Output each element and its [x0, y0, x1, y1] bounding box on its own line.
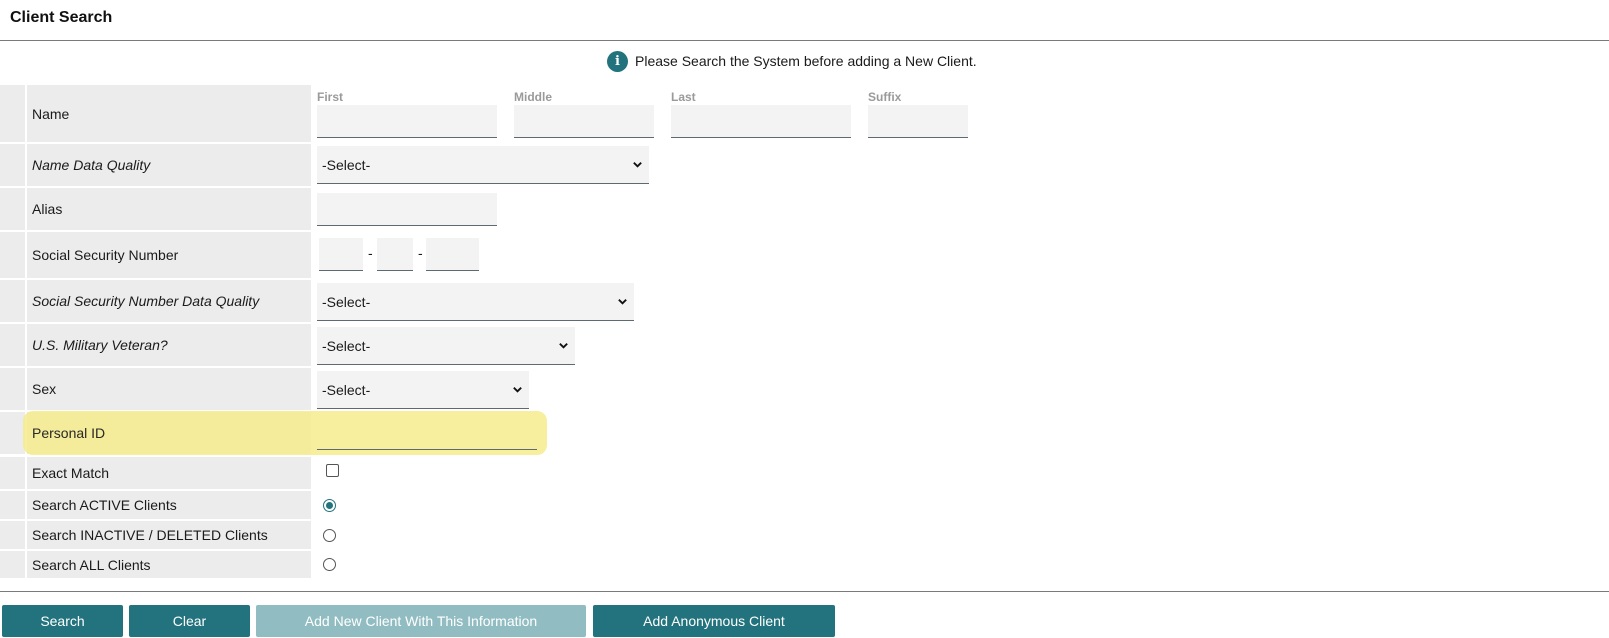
- ssn-data-quality-select[interactable]: -Select-: [317, 283, 634, 321]
- name-data-quality-row: Name Data Quality -Select-: [0, 144, 1609, 186]
- notice-text: Please Search the System before adding a…: [635, 53, 977, 69]
- select-value: -Select-: [322, 337, 371, 354]
- exact-match-checkbox[interactable]: [326, 464, 339, 477]
- veteran-row: U.S. Military Veteran? -Select-: [0, 324, 1609, 366]
- search-active-row: Search ACTIVE Clients: [0, 491, 1609, 519]
- middle-name-input[interactable]: [514, 105, 654, 138]
- row-gutter: [0, 85, 25, 142]
- personal-id-input[interactable]: [317, 417, 537, 450]
- row-gutter: [0, 457, 25, 489]
- ssn-data-quality-label: Social Security Number Data Quality: [27, 280, 311, 322]
- ssn-separator: -: [368, 245, 373, 261]
- alias-input[interactable]: [317, 193, 497, 226]
- info-notice: i Please Search the System before adding…: [607, 50, 977, 72]
- client-search-page: Client Search i Please Search the System…: [0, 0, 1609, 638]
- personal-id-label-overlay: Personal ID: [32, 425, 106, 441]
- row-gutter: [0, 188, 25, 230]
- alias-row: Alias: [0, 188, 1609, 230]
- row-gutter: [0, 551, 25, 578]
- search-inactive-label: Search INACTIVE / DELETED Clients: [27, 521, 311, 549]
- row-gutter: [0, 324, 25, 366]
- row-gutter: [0, 491, 25, 519]
- search-button[interactable]: Search: [2, 605, 123, 637]
- name-data-quality-label: Name Data Quality: [27, 144, 311, 186]
- first-name-caption: First: [317, 90, 344, 104]
- ssn-label: Social Security Number: [27, 232, 311, 278]
- ssn-part2-input[interactable]: [377, 238, 413, 271]
- suffix-input[interactable]: [868, 105, 968, 138]
- search-all-label: Search ALL Clients: [27, 551, 311, 578]
- search-active-label: Search ACTIVE Clients: [27, 491, 311, 519]
- search-inactive-row: Search INACTIVE / DELETED Clients: [0, 521, 1609, 549]
- chevron-down-icon: [633, 162, 642, 168]
- select-value: -Select-: [322, 293, 371, 310]
- add-new-client-button[interactable]: Add New Client With This Information: [256, 605, 586, 637]
- ssn-separator: -: [418, 245, 423, 261]
- page-title: Client Search: [10, 9, 113, 26]
- sex-select[interactable]: -Select-: [317, 371, 529, 409]
- chevron-down-icon: [559, 343, 568, 349]
- name-data-quality-select[interactable]: -Select-: [317, 146, 649, 184]
- ssn-part1-input[interactable]: [319, 238, 363, 271]
- exact-match-row: Exact Match: [0, 457, 1609, 489]
- select-value: -Select-: [322, 381, 371, 398]
- search-active-radio[interactable]: [323, 499, 336, 512]
- first-name-input[interactable]: [317, 105, 497, 138]
- veteran-label: U.S. Military Veteran?: [27, 324, 311, 366]
- search-all-radio[interactable]: [323, 558, 336, 571]
- alias-label: Alias: [27, 188, 311, 230]
- name-row: Name First Middle Last Suffix: [0, 85, 1609, 142]
- row-gutter: [0, 232, 25, 278]
- row-gutter: [0, 521, 25, 549]
- sex-label: Sex: [27, 368, 311, 410]
- header-divider: [0, 40, 1609, 41]
- exact-match-label: Exact Match: [27, 457, 311, 489]
- ssn-part3-input[interactable]: [426, 238, 479, 271]
- row-gutter: [0, 368, 25, 410]
- row-gutter: [0, 412, 25, 454]
- last-name-caption: Last: [671, 90, 696, 104]
- row-gutter: [0, 144, 25, 186]
- suffix-caption: Suffix: [868, 90, 902, 104]
- sex-row: Sex -Select-: [0, 368, 1609, 410]
- search-all-row: Search ALL Clients: [0, 551, 1609, 578]
- clear-button[interactable]: Clear: [129, 605, 250, 637]
- ssn-data-quality-row: Social Security Number Data Quality -Sel…: [0, 280, 1609, 322]
- info-icon: i: [607, 50, 628, 72]
- chevron-down-icon: [618, 299, 627, 305]
- ssn-row: Social Security Number - -: [0, 232, 1609, 278]
- add-anonymous-client-button[interactable]: Add Anonymous Client: [593, 605, 835, 637]
- row-gutter: [0, 280, 25, 322]
- footer-divider: [0, 591, 1609, 592]
- middle-name-caption: Middle: [514, 90, 552, 104]
- select-value: -Select-: [322, 156, 371, 173]
- chevron-down-icon: [513, 387, 522, 393]
- search-inactive-radio[interactable]: [323, 529, 336, 542]
- veteran-select[interactable]: -Select-: [317, 327, 575, 365]
- name-label: Name: [27, 85, 311, 142]
- last-name-input[interactable]: [671, 105, 851, 138]
